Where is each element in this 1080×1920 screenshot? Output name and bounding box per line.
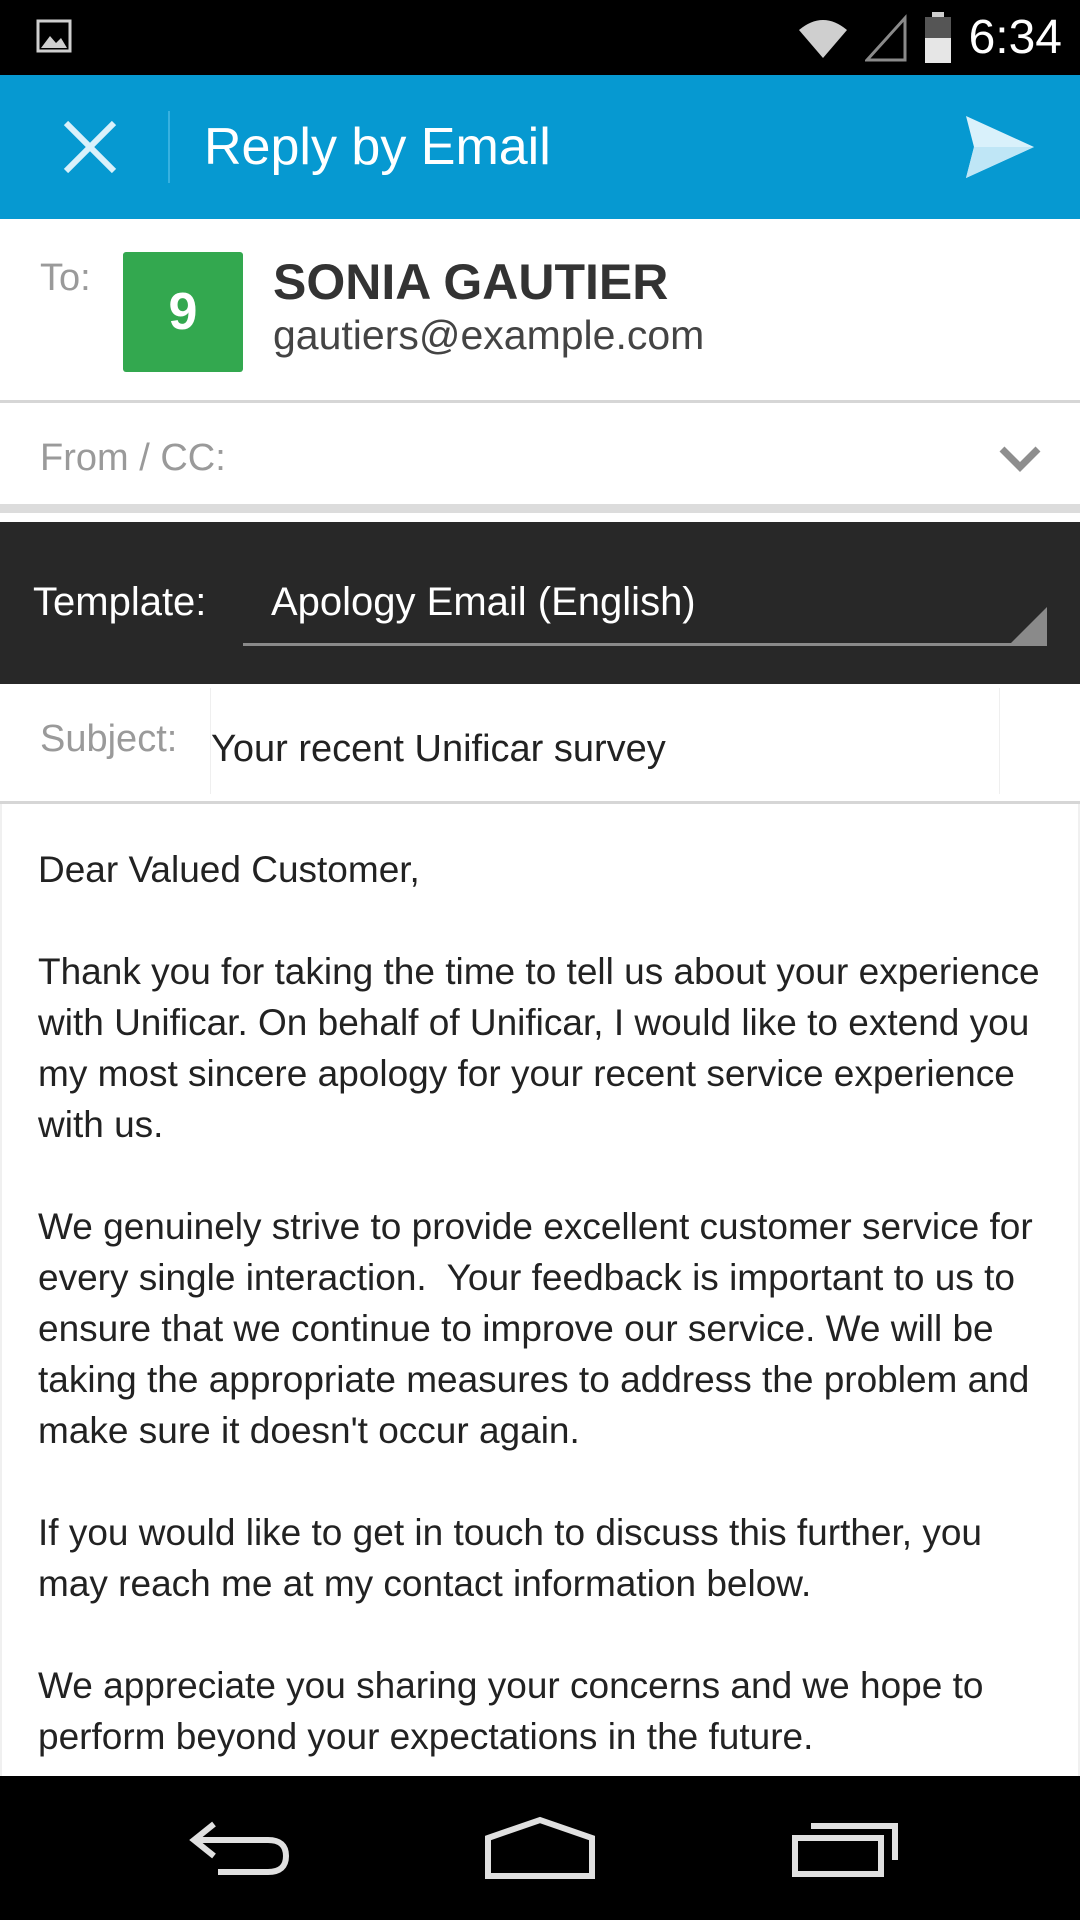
home-button[interactable] — [470, 1798, 610, 1898]
send-button[interactable] — [950, 97, 1050, 197]
page-title: Reply by Email — [204, 118, 551, 176]
battery-icon — [924, 11, 951, 63]
avatar: 9 — [123, 252, 243, 372]
wifi-icon — [798, 19, 847, 58]
back-icon — [189, 1821, 290, 1875]
status-time: 6:34 — [968, 11, 1062, 64]
subject-row: Subject: Your recent Unificar survey — [0, 684, 1080, 804]
send-icon — [966, 116, 1034, 178]
action-bar-divider — [168, 111, 170, 183]
body-paragraph: We appreciate you sharing your concerns … — [38, 1665, 994, 1757]
recent-apps-icon — [792, 1823, 898, 1877]
status-bar: 6:34 — [0, 0, 1080, 75]
navigation-bar — [0, 1776, 1080, 1920]
dropdown-corner-icon — [1011, 607, 1047, 643]
from-cc-label: From / CC: — [40, 437, 226, 479]
body-paragraph: Thank you for taking the time to tell us… — [38, 951, 1050, 1145]
subject-value: Your recent Unificar survey — [211, 728, 666, 770]
body-paragraph: Dear Valued Customer, — [38, 849, 420, 890]
close-button[interactable] — [40, 97, 140, 197]
body-paragraph: We genuinely strive to provide excellent… — [38, 1206, 1043, 1451]
subject-input[interactable]: Your recent Unificar survey — [210, 688, 1000, 794]
signal-icon — [864, 13, 907, 61]
body-paragraph: If you would like to get in touch to dis… — [38, 1512, 993, 1604]
recipient-email: gautiers@example.com — [273, 312, 705, 358]
template-selected-value: Apology Email (English) — [271, 580, 696, 624]
recipient-name: SONIA GAUTIER — [273, 254, 669, 310]
close-icon — [63, 120, 117, 174]
action-bar: Reply by Email — [0, 75, 1080, 219]
template-select[interactable]: Apology Email (English) — [243, 560, 1047, 646]
email-body-field[interactable]: Dear Valued Customer, Thank you for taki… — [0, 804, 1080, 1776]
from-cc-row[interactable]: From / CC: — [0, 403, 1080, 513]
image-notification-icon — [36, 19, 72, 53]
home-icon — [485, 1816, 595, 1879]
template-row: Template: Apology Email (English) — [0, 522, 1080, 684]
template-label: Template: — [33, 580, 207, 624]
recent-apps-button[interactable] — [775, 1798, 915, 1898]
to-label: To: — [40, 257, 91, 299]
to-row[interactable]: To: 9 SONIA GAUTIER gautiers@example.com — [0, 219, 1080, 403]
back-button[interactable] — [170, 1798, 310, 1898]
subject-label: Subject: — [40, 718, 178, 760]
chevron-down-icon[interactable] — [998, 441, 1042, 477]
